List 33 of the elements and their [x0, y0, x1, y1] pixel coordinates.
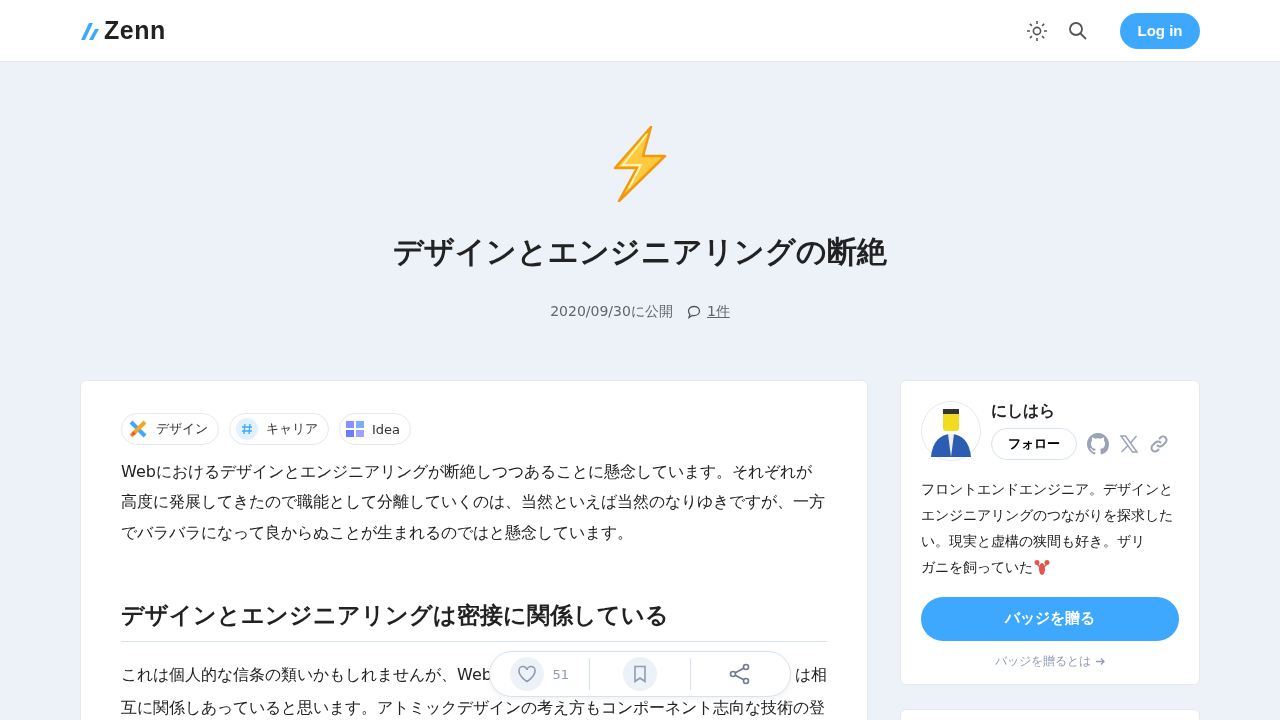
- paragraph-text: は相: [795, 664, 827, 687]
- section-heading: デザインとエンジニアリングは密接に関係している: [121, 600, 827, 643]
- x-icon[interactable]: [1119, 434, 1139, 454]
- comment-count-link[interactable]: 1件: [706, 303, 730, 321]
- author-bio: フロントエンドエンジニア。デザインとエンジニアリングのつながりを探求したい。現実と虚構の狭間も好き。ザリ: [921, 480, 1174, 551]
- paragraph-text: 互に関係しあっていると思います。アトミックデザインの考え方もコンポーネント志向な技術の登: [121, 697, 825, 720]
- author-name[interactable]: にしはら: [991, 401, 1169, 422]
- article-title: デザインとエンジニアリングの断絶: [393, 233, 887, 271]
- like-count: 51: [552, 666, 569, 682]
- github-icon[interactable]: [1087, 433, 1109, 455]
- hash-icon: [236, 418, 258, 440]
- like-button[interactable]: [510, 657, 545, 691]
- link-icon[interactable]: [1149, 434, 1169, 454]
- logo-icon: [80, 20, 100, 41]
- comment-icon: [686, 305, 701, 319]
- article-paragraph: Webにおけるデザインとエンジニアリングが断絶しつつあることに懸念しています。それぞれが高度に発展してきたので職能として分離していくのは、当然といえば当然のなりゆきですが、一方でバラバラになって良からぬことが生まれるのではと懸念しています。: [121, 461, 826, 544]
- paragraph-text: これは個人的な信条の類いかもしれませんが、Web: [121, 664, 492, 687]
- lightning-icon: [613, 126, 667, 202]
- avatar[interactable]: [921, 401, 981, 461]
- author-bio: ガニを飼っていた: [921, 557, 1033, 577]
- crayfish-icon: [1034, 558, 1050, 577]
- share-icon: [729, 663, 752, 685]
- search-icon[interactable]: [1068, 20, 1088, 41]
- grid-icon: [346, 421, 364, 437]
- logo[interactable]: Zenn: [104, 16, 166, 45]
- follow-button[interactable]: フォロー: [991, 428, 1077, 460]
- heart-icon: [517, 665, 538, 683]
- pencil-ruler-icon: [128, 419, 148, 439]
- theme-toggle-icon[interactable]: [1026, 19, 1048, 42]
- bookmark-icon: [633, 665, 647, 683]
- arrow-icon: [1094, 655, 1106, 667]
- publish-date: 2020/09/30に公開: [550, 303, 673, 321]
- bookmark-button[interactable]: [623, 657, 657, 691]
